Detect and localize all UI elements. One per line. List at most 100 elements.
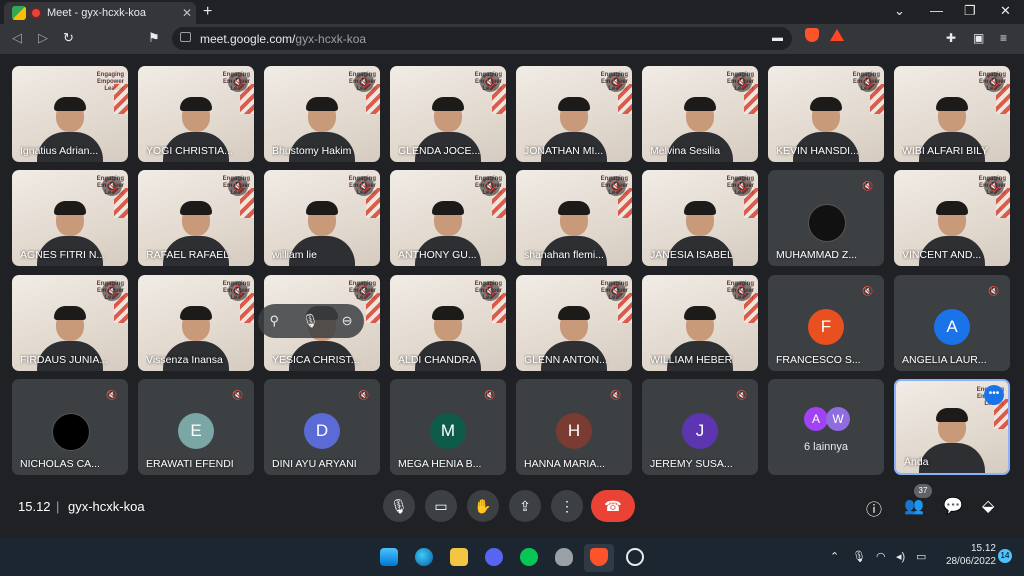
participant-name: ANTHONY GU...	[398, 249, 477, 261]
participant-tile[interactable]: J 🔇 JEREMY SUSA...	[642, 379, 758, 475]
participant-name: william lie	[272, 249, 317, 261]
tab-search-icon[interactable]: ⌄	[894, 3, 905, 19]
reload-icon[interactable]: ↻	[63, 30, 74, 46]
leave-call-button[interactable]: ☎	[591, 490, 635, 522]
volume-icon[interactable]: ◂)	[896, 550, 905, 563]
wallet-icon[interactable]: ▣	[973, 31, 984, 45]
others-tile[interactable]: AW 6 lainnya	[768, 379, 884, 475]
restore-icon[interactable]: ❐	[964, 3, 976, 19]
participant-tile[interactable]: Engaging Empower Leader🔇AGNES FITRI N...	[12, 170, 128, 266]
participant-tile[interactable]: F 🔇 FRANCESCO S...	[768, 275, 884, 371]
participant-tile[interactable]: Engaging Empower Leader🔇Melvina Sesilia	[642, 66, 758, 162]
video-hair	[936, 201, 968, 215]
participant-tile[interactable]: Engaging Empower Leader🔇ANTHONY GU...	[390, 170, 506, 266]
browser-tab[interactable]: Meet - gyx-hcxk-koa ✕	[4, 2, 196, 24]
meet-favicon-icon	[12, 6, 26, 20]
participant-tile[interactable]: Engaging Empower Leader🔇ALDI CHANDRA	[390, 275, 506, 371]
video-hair	[558, 97, 590, 111]
participant-tile[interactable]: Engaging Empower Leader🔇GLENDA JOCE...	[390, 66, 506, 162]
participant-tile[interactable]: E 🔇 ERAWATI EFENDI	[138, 379, 254, 475]
minimize-icon[interactable]: —	[930, 3, 943, 18]
participant-tile[interactable]: D 🔇 DINI AYU ARYANI	[264, 379, 380, 475]
window-close-icon[interactable]: ✕	[1000, 3, 1011, 19]
mic-off-icon: 🔇	[106, 390, 118, 400]
brave-rewards-icon[interactable]	[830, 29, 844, 41]
hang-up-icon: ☎	[604, 498, 622, 514]
participant-tile[interactable]: Engaging Empower LeaderIgnatius Adrian..…	[12, 66, 128, 162]
file-explorer-icon[interactable]	[450, 548, 468, 566]
participant-tile[interactable]: Engaging Empower Leader🔇william lie	[264, 170, 380, 266]
shield-app-icon[interactable]	[555, 548, 573, 566]
people-icon[interactable]: 👥	[904, 496, 924, 516]
bookmark-icon[interactable]: ⚑	[148, 30, 160, 46]
line-icon[interactable]	[520, 548, 538, 566]
taskbar-clock[interactable]: 15.12 28/06/2022	[936, 542, 996, 568]
participant-name: WILLIAM HEBER	[650, 354, 733, 366]
participant-tile[interactable]: 🔇 NICHOLAS CA...	[12, 379, 128, 475]
back-icon[interactable]: ◁	[12, 30, 22, 46]
brave-taskbar-icon[interactable]	[590, 548, 608, 566]
tray-expand-icon[interactable]: ⌃	[830, 550, 839, 563]
camera-button[interactable]: ▭	[425, 490, 457, 522]
new-tab-icon[interactable]: +	[203, 3, 212, 21]
extensions-icon[interactable]: ✚	[946, 31, 956, 45]
self-options-icon[interactable]: •••	[984, 385, 1004, 405]
mic-off-icon: 🔇	[858, 72, 878, 92]
participant-tile[interactable]: 🔇 MUHAMMAD Z...	[768, 170, 884, 266]
brave-shields-icon[interactable]	[805, 28, 819, 42]
video-hair	[54, 97, 86, 111]
people-count-badge: 37	[914, 484, 932, 498]
omnibox[interactable]: meet.google.com/gyx-hcxk-koa ▬	[172, 27, 792, 50]
start-icon[interactable]	[380, 548, 398, 566]
participant-tile[interactable]: H 🔇 HANNA MARIA...	[516, 379, 632, 475]
participant-tile[interactable]: Engaging Empower Leader🔇JONATHAN MI...	[516, 66, 632, 162]
participant-tile[interactable]: Engaging Empower Leader🔇WIBI ALFARI BILY	[894, 66, 1010, 162]
present-button[interactable]: ⇪	[509, 490, 541, 522]
edge-icon[interactable]	[415, 548, 433, 566]
participant-tile[interactable]: Engaging Empower Leader🔇shanahan flemi..…	[516, 170, 632, 266]
participant-name: MEGA HENIA B...	[398, 458, 482, 470]
participant-name: AGNES FITRI N...	[20, 249, 106, 261]
participant-tile[interactable]: Engaging Empower Leader🔇JANESIA ISABEL	[642, 170, 758, 266]
tray-microphone-icon[interactable]: 🎙	[852, 550, 866, 563]
discord-icon[interactable]	[485, 548, 503, 566]
more-options-button[interactable]: ⋮	[551, 490, 583, 522]
pin-icon[interactable]: ⚲	[270, 313, 280, 329]
raise-hand-button[interactable]: ✋	[467, 490, 499, 522]
chat-icon[interactable]: 💬	[943, 496, 963, 516]
participant-name: ALDI CHANDRA	[398, 354, 477, 366]
participant-tile[interactable]: M 🔇 MEGA HENIA B...	[390, 379, 506, 475]
participant-tile[interactable]: A 🔇 ANGELIA LAUR...	[894, 275, 1010, 371]
menu-icon[interactable]: ≡	[1000, 31, 1007, 45]
self-tile[interactable]: Engaging Empower Leader•••Anda	[894, 379, 1010, 475]
participant-tile[interactable]: Engaging Empower Leader🔇RAFAEL RAFAEL	[138, 170, 254, 266]
mute-participant-icon[interactable]: 🎙	[302, 313, 319, 329]
participant-name: RAFAEL RAFAEL	[146, 249, 230, 261]
tab-strip: Meet - gyx-hcxk-koa ✕ + ⌄ — ❐ ✕	[0, 0, 1024, 24]
participant-tile[interactable]: Engaging Empower Leader🔇Bhustomy Hakim	[264, 66, 380, 162]
camera-in-use-icon[interactable]: ▬	[772, 32, 783, 44]
battery-icon[interactable]: ▭	[916, 550, 926, 563]
participant-name: VINCENT AND...	[902, 249, 982, 261]
notification-badge[interactable]: 14	[998, 549, 1012, 563]
participant-tile[interactable]: Engaging Empower Leader🔇KEVIN HANSDI...	[768, 66, 884, 162]
participant-tile[interactable]: Engaging Empower Leader🔇GLENN ANTON...	[516, 275, 632, 371]
forward-icon[interactable]: ▷	[38, 30, 48, 46]
microphone-button[interactable]: 🎙	[383, 490, 415, 522]
meeting-info-icon[interactable]: ⓘ	[866, 496, 882, 520]
separator: |	[56, 499, 60, 514]
participant-tile[interactable]: Engaging Empower Leader🔇Vissenza Inansa	[138, 275, 254, 371]
participant-tile[interactable]: Engaging Empower Leader🔇VINCENT AND...	[894, 170, 1010, 266]
mic-off-icon: 🔇	[862, 286, 874, 296]
obs-icon[interactable]	[626, 548, 644, 566]
tab-close-icon[interactable]: ✕	[178, 6, 196, 20]
camera-icon: ▭	[434, 498, 448, 514]
participant-tile[interactable]: Engaging Empower Leader🔇FIRDAUS JUNIA...	[12, 275, 128, 371]
wifi-icon[interactable]: ◠	[876, 550, 886, 563]
activities-icon[interactable]: ⬙	[982, 496, 994, 516]
remove-icon[interactable]: ⊖	[342, 313, 353, 329]
participant-tile[interactable]: Engaging Empower Leader🔇WILLIAM HEBER	[642, 275, 758, 371]
participant-avatar: D	[304, 413, 340, 449]
participant-tile[interactable]: Engaging Empower Leader🔇YOGI CHRISTIA...	[138, 66, 254, 162]
mic-off-icon: 🔇	[354, 281, 374, 301]
